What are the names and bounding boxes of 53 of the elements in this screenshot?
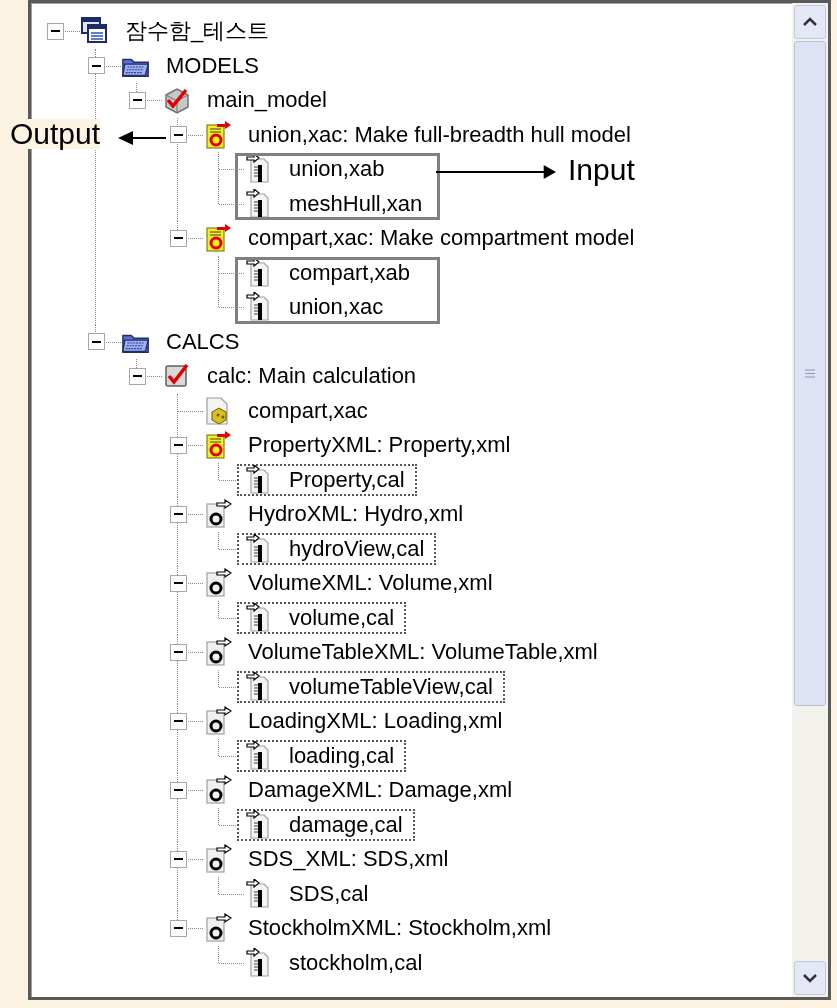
checked-cube-icon <box>162 85 192 116</box>
collapse-button[interactable] <box>169 126 187 144</box>
collapse-button[interactable] <box>169 436 187 454</box>
tree-item-label[interactable]: main_model <box>207 89 327 112</box>
tree-item-label[interactable]: VolumeTableXML: VolumeTable,xml <box>248 641 598 664</box>
tree-item-label[interactable]: compart,xac <box>248 399 368 422</box>
collapse-button[interactable] <box>169 712 187 730</box>
tree-item-label[interactable]: PropertyXML: Property,xml <box>248 434 511 457</box>
tree-item-label[interactable]: StockholmXML: Stockholm,xml <box>248 917 552 940</box>
tree-item-label[interactable]: HydroXML: Hydro,xml <box>248 503 464 526</box>
tree-item-label[interactable]: MODELS <box>166 54 259 77</box>
arrow <box>118 130 166 146</box>
chevron-up-icon <box>802 17 818 27</box>
scroll-up-button[interactable] <box>794 5 826 39</box>
collapse-button[interactable] <box>169 643 187 661</box>
collapse-button[interactable] <box>128 91 146 109</box>
tree-item-label[interactable]: volumeTableView,cal <box>289 675 493 698</box>
tree-item-label[interactable]: VolumeXML: Volume,xml <box>248 572 493 595</box>
collapse-button[interactable] <box>46 22 64 40</box>
annotation-label: Input <box>568 155 635 185</box>
tree-item-label[interactable]: damage,cal <box>289 813 403 836</box>
collapse-button[interactable] <box>169 574 187 592</box>
scrollbar-thumb[interactable] <box>794 41 826 706</box>
annotation-label: Output <box>10 119 101 149</box>
tree-item-label[interactable]: stockholm,cal <box>289 951 423 974</box>
collapse-button[interactable] <box>128 367 146 385</box>
tree-item-label[interactable]: 잠수함_테스트 <box>125 20 270 43</box>
tree-item-label[interactable]: DamageXML: Damage,xml <box>248 779 513 802</box>
tree-item-label[interactable]: meshHull,xan <box>289 192 423 215</box>
tree-item-label[interactable]: union,xac: Make full-breadth hull model <box>248 123 631 146</box>
collapse-button[interactable] <box>169 919 187 937</box>
collapse-button[interactable] <box>169 850 187 868</box>
tree-item-label[interactable]: calc: Main calculation <box>207 365 417 388</box>
collapse-button[interactable] <box>169 781 187 799</box>
tree-item-label[interactable]: compart,xab <box>289 261 411 284</box>
tree-item-label[interactable]: union,xab <box>289 158 385 181</box>
collapse-button[interactable] <box>169 229 187 247</box>
chevron-down-icon <box>802 973 818 983</box>
collapse-button[interactable] <box>87 333 105 351</box>
scroll-down-button[interactable] <box>794 961 826 995</box>
collapse-button[interactable] <box>169 505 187 523</box>
tree-item-label[interactable]: union,xac <box>289 296 384 319</box>
collapse-button[interactable] <box>87 57 105 75</box>
tree-item-label[interactable]: volume,cal <box>289 606 395 629</box>
tree-item-label[interactable]: SDS,cal <box>289 882 369 905</box>
tree-item-label[interactable]: hydroView,cal <box>289 537 425 560</box>
tree-item-label[interactable]: LoadingXML: Loading,xml <box>248 710 503 733</box>
tree-item-label[interactable]: Property,cal <box>289 468 405 491</box>
tree-item-label[interactable]: SDS_XML: SDS,xml <box>248 848 449 871</box>
tree-item-label[interactable]: CALCS <box>166 330 240 353</box>
tree-item-label[interactable]: loading,cal <box>289 744 395 767</box>
tree-item-label[interactable]: compart,xac: Make compartment model <box>248 227 635 250</box>
grip-icon <box>804 369 816 378</box>
